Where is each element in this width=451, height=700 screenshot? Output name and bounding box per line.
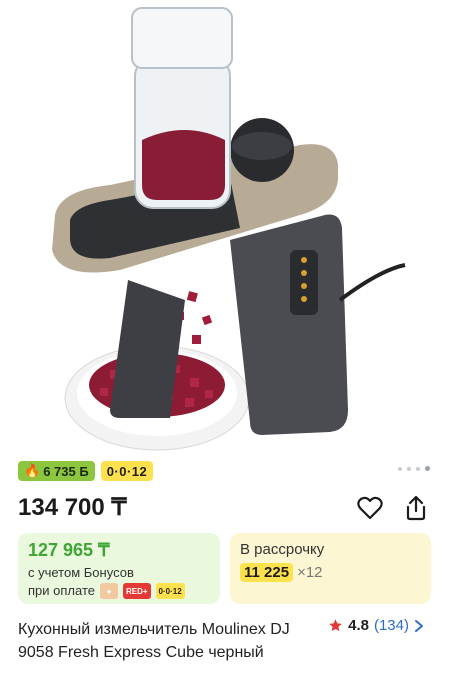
product-price: 134 700 ₸	[18, 494, 127, 521]
installment-months: ×12	[297, 564, 323, 581]
share-button[interactable]	[402, 494, 430, 522]
rating-value: 4.8	[348, 617, 369, 634]
bonus-badge: 🔥 6 735 Б	[18, 461, 95, 481]
rating-link[interactable]: 4.8 (134)	[328, 617, 424, 634]
flame-icon: 🔥	[24, 463, 41, 478]
carousel-dot-active[interactable]	[425, 466, 430, 471]
bonus-caption: с учетом Бонусов	[28, 565, 134, 580]
star-icon	[329, 619, 342, 632]
favorite-button[interactable]	[356, 494, 384, 522]
share-icon	[406, 495, 426, 521]
installment-badge: 0·0·12	[100, 461, 154, 481]
bonus-price-card[interactable]: 127 965 ₸ с учетом Бонусов при оплате ● …	[18, 533, 220, 604]
carousel-dot[interactable]	[407, 466, 411, 471]
kaspi-icon: ●	[99, 583, 118, 599]
installment-icon: 0·0·12	[155, 583, 185, 599]
installment-card[interactable]: В рассрочку 11 225 ×12	[230, 533, 431, 604]
power-cable	[338, 263, 406, 302]
installment-amount: 11 225	[240, 563, 294, 582]
product-title: Кухонный измельчитель Moulinex DJ 9058 F…	[18, 621, 290, 661]
payment-caption: при оплате	[28, 583, 95, 598]
beet-juice	[142, 130, 225, 200]
carousel-dot[interactable]	[416, 466, 420, 471]
red-icon: RED+	[122, 583, 151, 599]
product-image[interactable]	[0, 0, 451, 455]
carousel-dot[interactable]	[398, 466, 402, 471]
bonus-price: 127 965 ₸	[28, 540, 110, 560]
heart-icon	[357, 496, 383, 520]
chevron-right-icon	[415, 619, 423, 632]
installment-label: В рассрочку	[240, 541, 325, 558]
carousel-dots	[398, 466, 430, 471]
review-count[interactable]: (134)	[374, 617, 409, 634]
